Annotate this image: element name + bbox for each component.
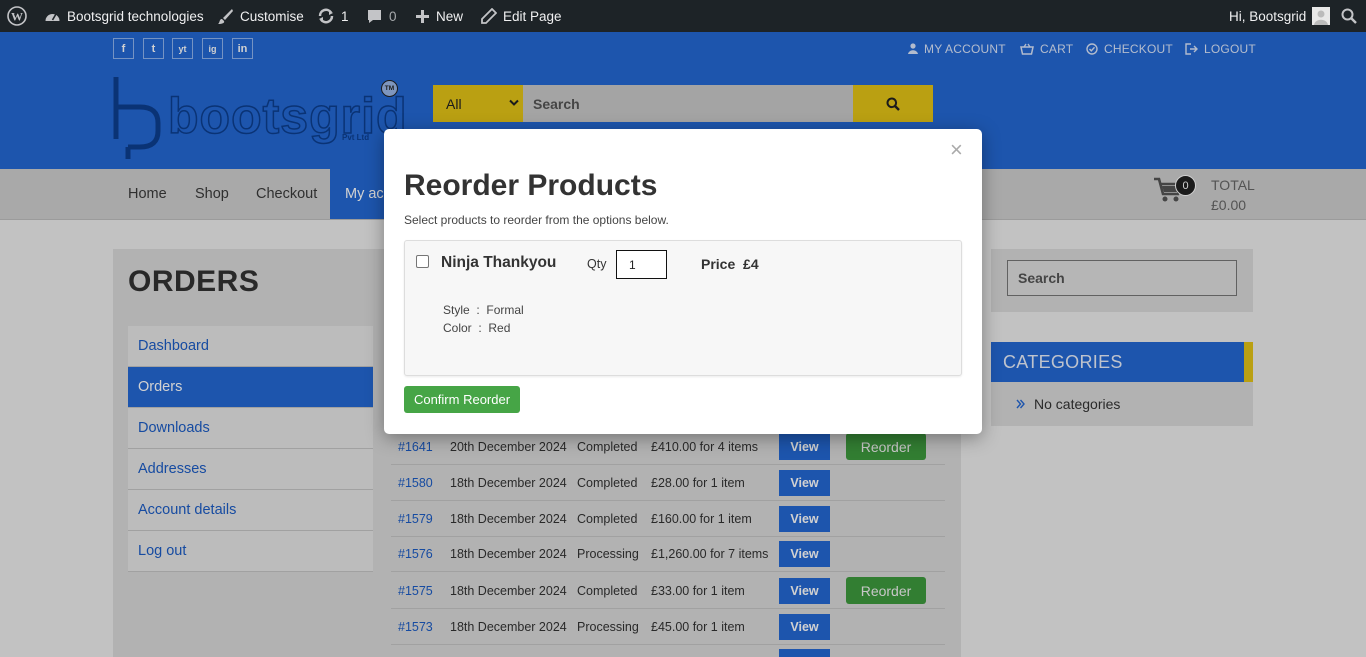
admin-search-icon[interactable] <box>1341 0 1357 32</box>
modal-title: Reorder Products <box>404 169 658 202</box>
reorder-product-item: Ninja Thankyou Qty 1 Price £4 Style : Fo… <box>404 240 962 376</box>
pencil-icon <box>481 8 497 24</box>
reorder-modal: × Reorder Products Select products to re… <box>384 129 982 434</box>
product-price: Price £4 <box>701 256 759 272</box>
my-account-menu[interactable]: Hi, Bootsgrid <box>1229 0 1331 32</box>
avatar <box>1312 7 1331 25</box>
edit-page-label: Edit Page <box>503 8 562 24</box>
qty-label: Qty <box>587 257 607 271</box>
plus-icon <box>416 9 429 23</box>
close-icon[interactable]: × <box>950 137 963 163</box>
site-name-link[interactable]: Bootsgrid technologies <box>44 0 204 32</box>
admin-bar: W Bootsgrid technologies Customise 1 0 N… <box>0 0 1366 32</box>
customise-link[interactable]: Customise <box>217 0 304 32</box>
quantity-input[interactable]: 1 <box>616 250 667 279</box>
comment-bubble-icon <box>368 9 381 23</box>
comments-count: 0 <box>389 8 397 24</box>
style-value: Formal <box>486 303 524 317</box>
product-name: Ninja Thankyou <box>441 254 557 271</box>
refresh-icon <box>318 8 334 24</box>
confirm-reorder-button[interactable]: Confirm Reorder <box>404 386 520 413</box>
customise-label: Customise <box>240 8 304 24</box>
user-greeting: Hi, Bootsgrid <box>1229 8 1307 24</box>
svg-text:W: W <box>11 10 23 24</box>
wordpress-logo-icon[interactable]: W <box>7 0 27 32</box>
color-label: Color <box>443 321 472 335</box>
brush-icon <box>218 8 233 24</box>
color-attribute: Color : Red <box>443 321 511 335</box>
edit-page-link[interactable]: Edit Page <box>481 0 562 32</box>
style-label: Style <box>443 303 470 317</box>
dashboard-gauge-icon <box>45 13 60 21</box>
updates-count: 1 <box>341 8 349 24</box>
comments-link[interactable]: 0 <box>366 0 397 32</box>
style-attribute: Style : Formal <box>443 303 524 317</box>
price-label: Price <box>701 256 736 272</box>
price-value: £4 <box>743 256 759 272</box>
site-name: Bootsgrid technologies <box>67 8 204 24</box>
color-value: Red <box>488 321 511 335</box>
new-content-link[interactable]: New <box>415 0 463 32</box>
modal-subtitle: Select products to reorder from the opti… <box>404 213 669 227</box>
updates-link[interactable]: 1 <box>317 0 349 32</box>
new-label: New <box>436 8 464 24</box>
product-select-checkbox[interactable] <box>416 255 429 268</box>
